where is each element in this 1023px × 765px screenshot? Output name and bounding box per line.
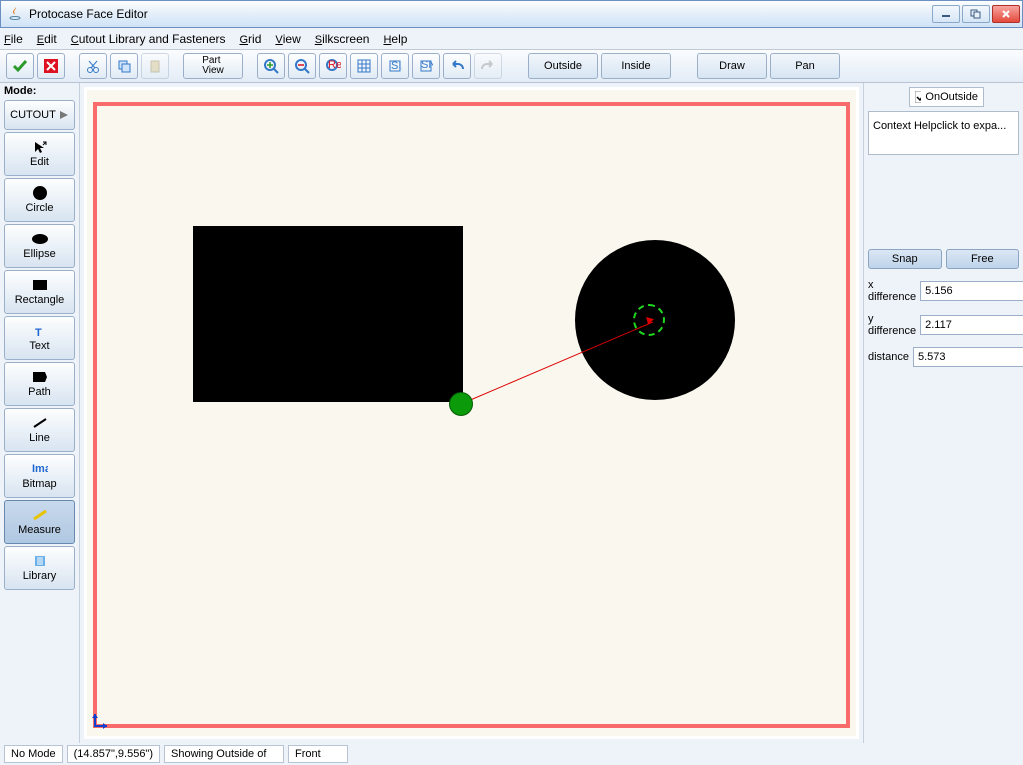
- menu-view[interactable]: View: [275, 32, 300, 46]
- zoom-in-button[interactable]: [257, 53, 285, 79]
- undo-button[interactable]: [443, 53, 471, 79]
- part-view-button[interactable]: Part View: [183, 53, 243, 79]
- zoom-out-button[interactable]: [288, 53, 316, 79]
- menu-silkscreen[interactable]: Silkscreen: [315, 32, 370, 46]
- accept-button[interactable]: [6, 53, 34, 79]
- toolbar: Part View Reset SIZE SNAP Outside Inside…: [0, 50, 1023, 83]
- status-bar: No Mode (14.857",9.556") Showing Outside…: [0, 743, 1023, 765]
- pan-button[interactable]: Pan: [770, 53, 840, 79]
- library-icon: [31, 554, 49, 568]
- minimize-button[interactable]: [932, 5, 960, 23]
- rectangle-icon: [31, 278, 49, 292]
- cursor-icon: [31, 140, 49, 154]
- cut-button[interactable]: [79, 53, 107, 79]
- draw-button[interactable]: Draw: [697, 53, 767, 79]
- text-tool[interactable]: T Text: [4, 316, 75, 360]
- right-panel: OnOutside Context Helpclick to expa... S…: [863, 83, 1023, 743]
- menu-cutout-library[interactable]: Cutout Library and Fasteners: [71, 32, 226, 46]
- menu-help[interactable]: Help: [383, 32, 407, 46]
- size-button[interactable]: SIZE: [381, 53, 409, 79]
- face-outline: [93, 102, 850, 728]
- rectangle-cutout[interactable]: [193, 226, 463, 402]
- maximize-button[interactable]: [962, 5, 990, 23]
- status-coords: (14.857",9.556"): [67, 745, 160, 763]
- x-diff-label: x difference: [868, 279, 916, 303]
- svg-text:Reset: Reset: [328, 59, 341, 71]
- status-face: Front: [288, 745, 348, 763]
- line-tool[interactable]: Line: [4, 408, 75, 452]
- status-showing: Showing Outside of: [164, 745, 284, 763]
- copy-button[interactable]: [110, 53, 138, 79]
- path-icon: [31, 370, 49, 384]
- line-icon: [31, 416, 49, 430]
- svg-text:T: T: [35, 327, 42, 338]
- mode-sidebar: Mode: CUTOUT Edit Circle Ellipse Rectang…: [0, 83, 80, 743]
- title-bar: Protocase Face Editor: [0, 0, 1023, 28]
- java-icon: [8, 6, 24, 22]
- menu-grid[interactable]: Grid: [239, 32, 261, 46]
- svg-text:SIZE: SIZE: [391, 60, 402, 72]
- measure-tool[interactable]: Measure: [4, 500, 75, 544]
- context-help[interactable]: Context Helpclick to expa...: [868, 111, 1019, 155]
- svg-text:SNAP: SNAP: [421, 59, 433, 71]
- grid-button[interactable]: [350, 53, 378, 79]
- x-diff-input[interactable]: [920, 281, 1023, 301]
- measure-line: [97, 106, 846, 724]
- zoom-reset-button[interactable]: Reset: [319, 53, 347, 79]
- play-icon: [59, 110, 69, 120]
- close-button[interactable]: [992, 5, 1020, 23]
- distance-input[interactable]: [913, 347, 1023, 367]
- canvas[interactable]: [84, 87, 859, 739]
- cutout-mode-button[interactable]: CUTOUT: [4, 100, 75, 130]
- status-mode: No Mode: [4, 745, 63, 763]
- snap-mode-button[interactable]: Snap: [868, 249, 942, 269]
- paste-button[interactable]: [141, 53, 169, 79]
- y-diff-input[interactable]: [920, 315, 1023, 335]
- on-outside-checkbox[interactable]: OnOutside: [909, 87, 984, 107]
- image-icon: Image: [31, 462, 49, 476]
- snap-button[interactable]: SNAP: [412, 53, 440, 79]
- ellipse-icon: [31, 232, 49, 246]
- cancel-button[interactable]: [37, 53, 65, 79]
- rectangle-tool[interactable]: Rectangle: [4, 270, 75, 314]
- outside-button[interactable]: Outside: [528, 53, 598, 79]
- library-tool[interactable]: Library: [4, 546, 75, 590]
- bitmap-tool[interactable]: Image Bitmap: [4, 454, 75, 498]
- text-icon: T: [31, 324, 49, 338]
- checkbox-icon: [915, 91, 921, 103]
- edit-tool[interactable]: Edit: [4, 132, 75, 176]
- mode-label: Mode:: [0, 83, 79, 99]
- circle-icon: [31, 186, 49, 200]
- menu-edit[interactable]: Edit: [37, 32, 57, 46]
- distance-label: distance: [868, 351, 909, 363]
- ellipse-tool[interactable]: Ellipse: [4, 224, 75, 268]
- inside-button[interactable]: Inside: [601, 53, 671, 79]
- redo-button[interactable]: [474, 53, 502, 79]
- svg-text:Image: Image: [32, 464, 48, 474]
- free-mode-button[interactable]: Free: [946, 249, 1020, 269]
- canvas-area[interactable]: [80, 83, 863, 743]
- menu-file[interactable]: File: [4, 32, 23, 46]
- path-tool[interactable]: Path: [4, 362, 75, 406]
- window-title: Protocase Face Editor: [29, 7, 932, 21]
- circle-tool[interactable]: Circle: [4, 178, 75, 222]
- menu-bar: File Edit Cutout Library and Fasteners G…: [0, 28, 1023, 50]
- measure-icon: [31, 508, 49, 522]
- origin-marker: [91, 710, 111, 730]
- y-diff-label: y difference: [868, 313, 916, 337]
- measure-start-marker[interactable]: [449, 392, 473, 416]
